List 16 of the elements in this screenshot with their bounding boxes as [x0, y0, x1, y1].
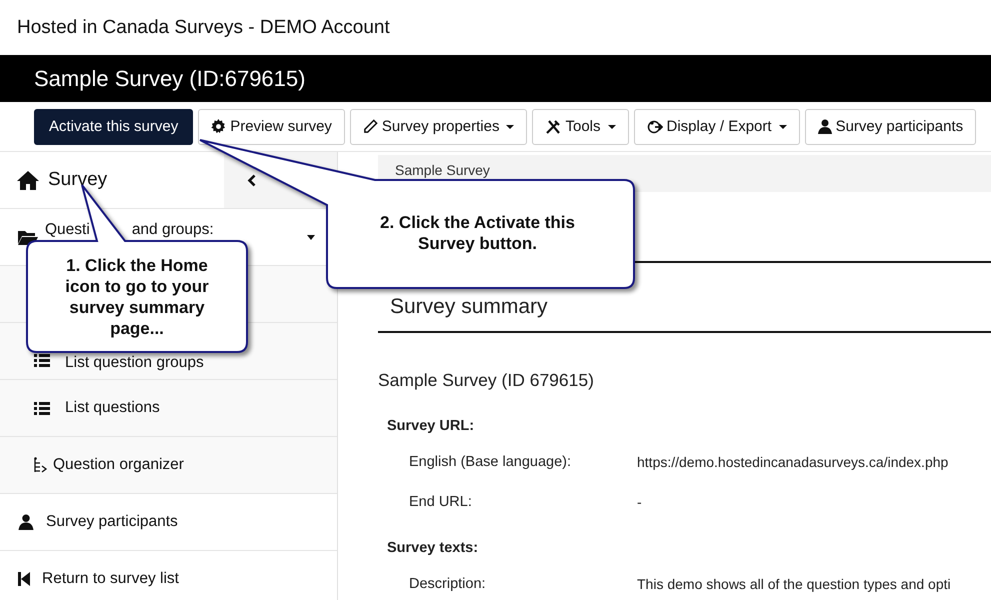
survey-name: Sample Survey (ID 679615) [378, 369, 595, 392]
field-value: https://demo.hostedincanadasurveys.ca/index.php [637, 454, 948, 470]
survey-title: Sample Survey (ID:679615) [34, 66, 306, 92]
callout-text: 2. Click the Activate this Survey button. [379, 212, 576, 254]
sidebar-label: Survey [48, 169, 108, 191]
field-label: English (Base language): [408, 454, 572, 470]
field-group-heading: Survey texts: [386, 539, 480, 558]
field-value: This demo shows all of the question types and opti [637, 576, 951, 592]
sidebar-label: Questi [45, 221, 90, 239]
field-group-heading: Survey URL: [386, 417, 476, 436]
field-label: Description: [408, 576, 487, 592]
field-label: End URL: [408, 494, 473, 510]
sidebar-label: and groups: [132, 221, 214, 239]
field-value: - [637, 494, 642, 510]
site-title: Hosted in Canada Surveys - DEMO Account [17, 16, 390, 38]
section-heading: Survey summary [389, 294, 549, 320]
